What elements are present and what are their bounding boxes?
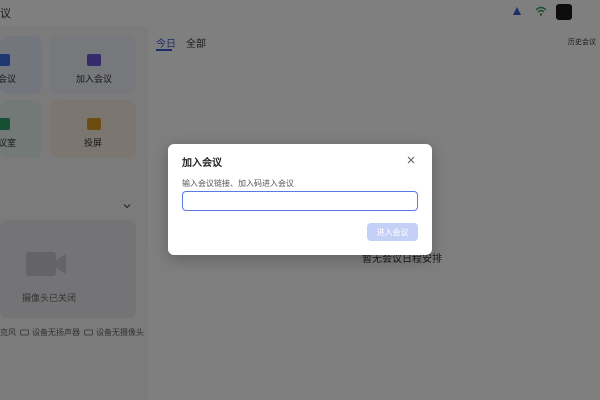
enter-meeting-button[interactable]: 进入会议	[367, 223, 418, 241]
meeting-app: 议 ? 会议 加入会议 议室 投屏	[0, 0, 600, 400]
dialog-title: 加入会议	[182, 158, 222, 169]
dialog-input-label: 输入会议链接、加入码进入会议	[182, 179, 294, 188]
close-icon[interactable]	[406, 155, 416, 165]
join-meeting-dialog: 加入会议 输入会议链接、加入码进入会议 进入会议	[168, 144, 432, 255]
meeting-code-input[interactable]	[182, 191, 418, 211]
